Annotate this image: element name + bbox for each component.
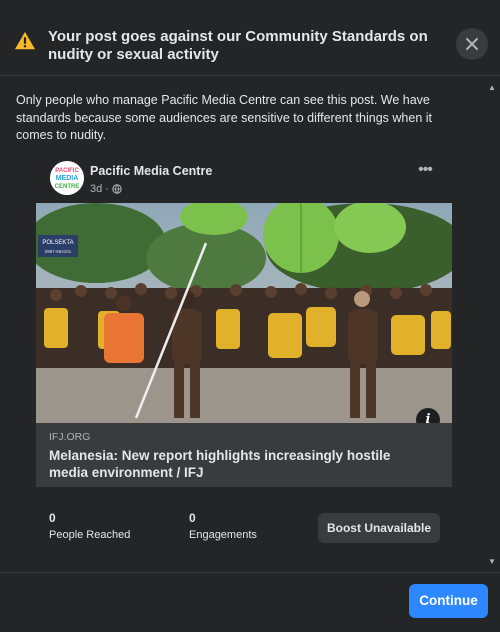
scroll-up-icon[interactable]: ▲ — [488, 83, 496, 92]
close-button[interactable] — [456, 28, 488, 60]
avatar-text-2: MEDIA — [56, 175, 79, 182]
link-preview[interactable]: IFJ.ORG Melanesia: New report highlights… — [36, 423, 452, 487]
link-headline: Melanesia: New report highlights increas… — [49, 448, 391, 480]
image-sign-text: POLSEKTA — [42, 240, 73, 246]
dialog-title: Your post goes against our Community Sta… — [48, 28, 428, 63]
post-preview-card: PACIFIC MEDIA CENTRE Pacific Media Centr… — [36, 151, 452, 561]
policy-dialog: Your post goes against our Community Sta… — [0, 0, 500, 632]
explanation-text: Only people who manage Pacific Media Cen… — [16, 93, 432, 142]
link-domain: IFJ.ORG — [49, 431, 91, 443]
close-icon — [466, 38, 478, 50]
more-options-icon[interactable]: ••• — [414, 162, 436, 179]
avatar-text-1: PACIFIC — [55, 168, 79, 174]
engagements-label: Engagements — [189, 529, 257, 541]
avatar-text-3: CENTRE — [55, 184, 80, 190]
link-image[interactable]: POLSEKTA 0987-664101 i — [36, 203, 452, 423]
continue-button[interactable]: Continue — [409, 584, 488, 618]
post-stats: 0 People Reached 0 Engagements Boost Una… — [36, 487, 452, 561]
post-meta: 3d · — [90, 183, 122, 195]
page-name[interactable]: Pacific Media Centre — [90, 164, 212, 178]
post-time[interactable]: 3d — [90, 183, 102, 195]
people-reached-value: 0 — [49, 511, 56, 525]
avatar: PACIFIC MEDIA CENTRE — [50, 161, 84, 195]
engagements-value: 0 — [189, 511, 196, 525]
boost-unavailable-button: Boost Unavailable — [318, 513, 440, 543]
globe-icon — [112, 184, 122, 194]
dialog-body: Only people who manage Pacific Media Cen… — [0, 77, 500, 572]
people-reached-label: People Reached — [49, 529, 131, 541]
scroll-down-icon[interactable]: ▼ — [488, 557, 496, 566]
dialog-footer: Continue — [0, 572, 500, 632]
image-sign-phone: 0987-664101 — [45, 249, 72, 254]
meta-separator: · — [105, 183, 109, 195]
warning-triangle-icon — [14, 31, 36, 50]
scrollbar[interactable]: ▲ ▼ — [484, 77, 500, 572]
dialog-header: Your post goes against our Community Sta… — [0, 0, 500, 76]
